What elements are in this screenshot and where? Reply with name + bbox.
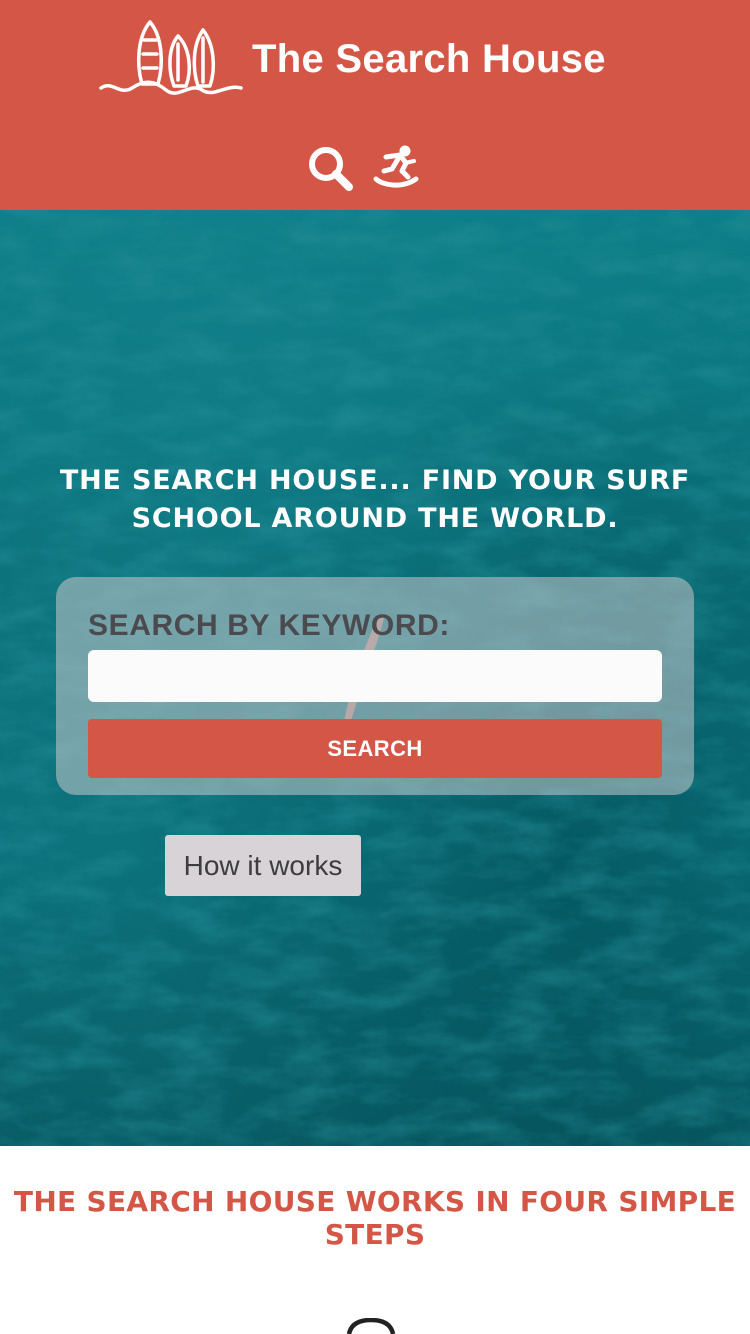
search-label: SEARCH BY KEYWORD: — [88, 609, 450, 642]
hero-heading: THE SEARCH HOUSE... FIND YOUR SURF SCHOO… — [59, 465, 691, 534]
brand[interactable]: The Search House — [98, 18, 658, 100]
header-nav — [306, 140, 436, 196]
hero-section: THE SEARCH HOUSE... FIND YOUR SURF SCHOO… — [0, 210, 750, 1146]
site-header: The Search House — [0, 0, 750, 210]
brand-title: The Search House — [252, 36, 606, 81]
search-card: SEARCH BY KEYWORD: SEARCH — [56, 577, 694, 795]
search-button[interactable]: SEARCH — [88, 719, 662, 778]
steps-heading: THE SEARCH HOUSE WORKS IN FOUR SIMPLE ST… — [13, 1185, 737, 1251]
snowboarder-icon[interactable] — [372, 143, 422, 193]
how-it-works-button[interactable]: How it works — [165, 835, 361, 896]
surfboards-logo-icon — [99, 20, 243, 95]
search-input[interactable] — [88, 650, 662, 702]
search-icon[interactable] — [306, 144, 354, 192]
search-icon — [346, 1318, 396, 1334]
